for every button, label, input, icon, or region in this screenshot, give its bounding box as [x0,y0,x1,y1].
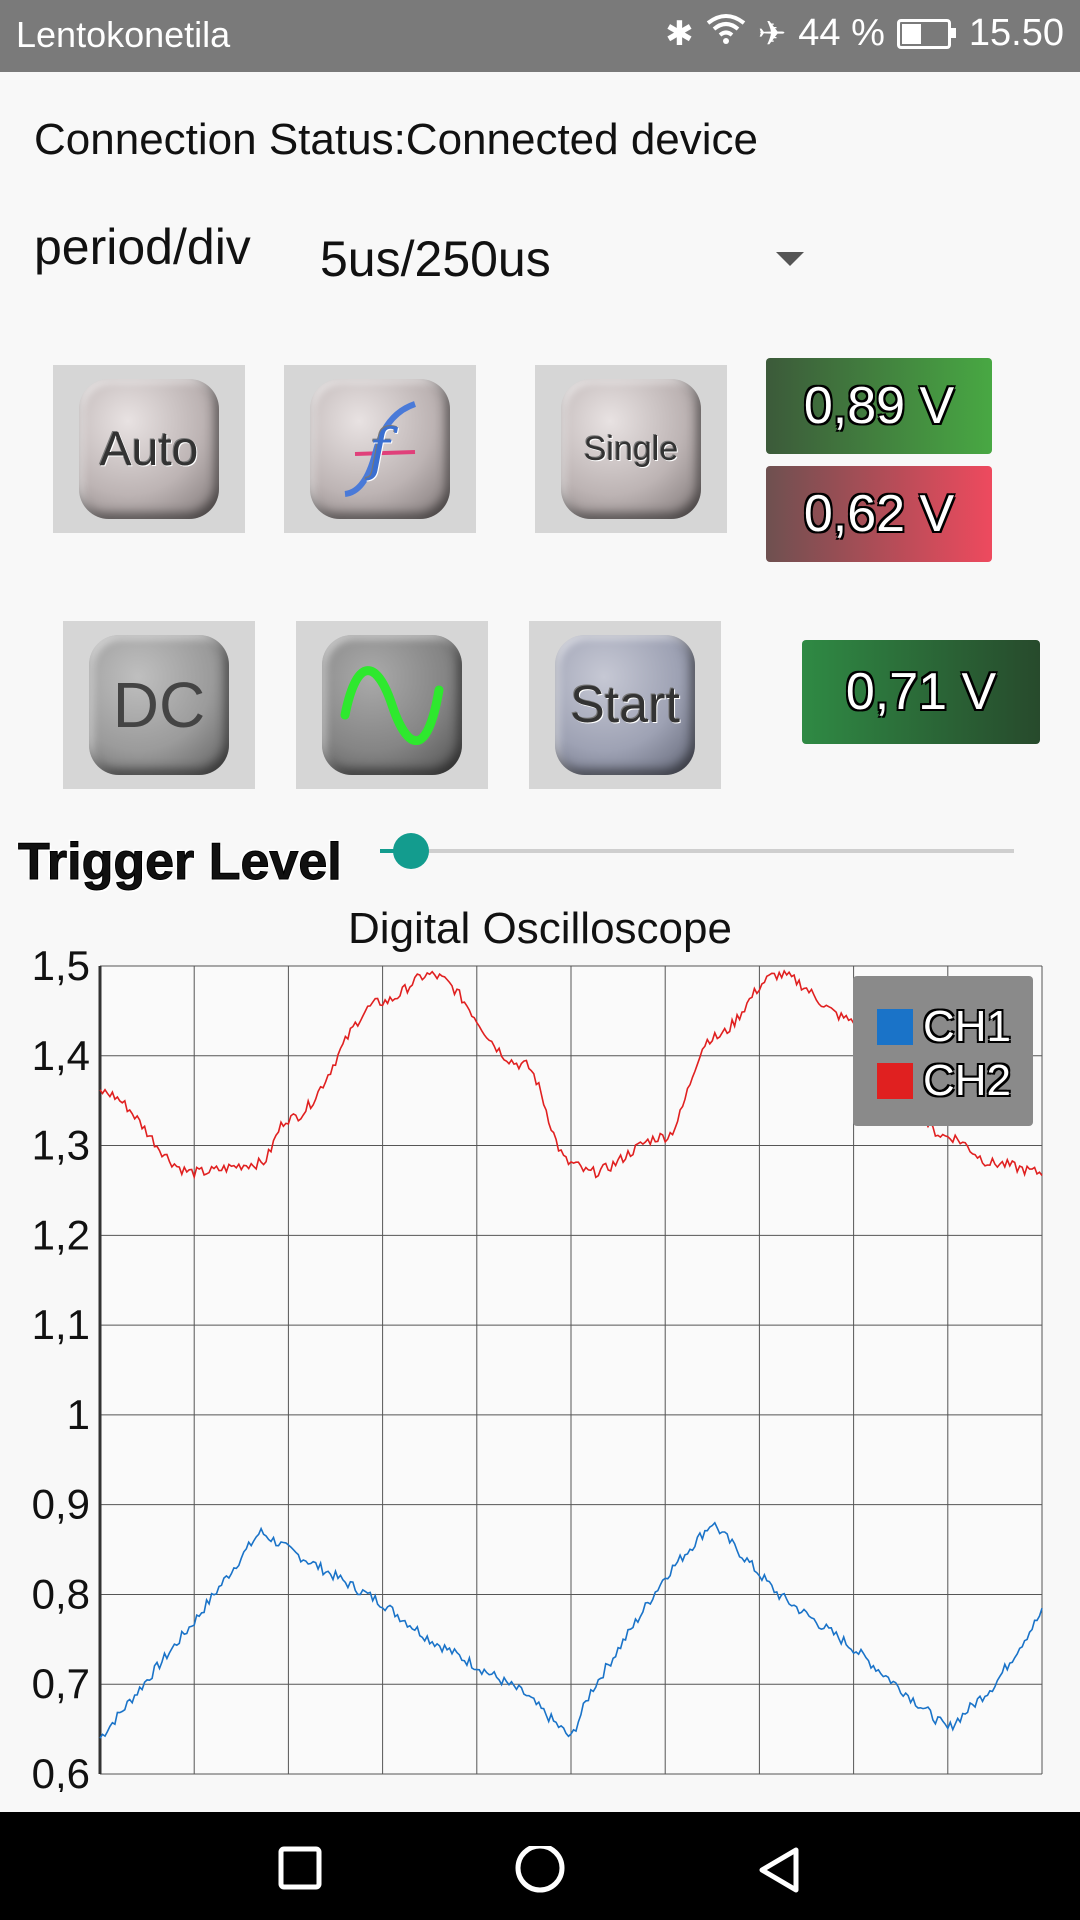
frequency-icon: f [310,379,450,519]
dropdown-arrow-icon[interactable] [776,252,804,266]
legend-ch2-label: CH2 [923,1056,1012,1105]
airplane-icon: ✈ [757,14,787,53]
bluetooth-icon: ✱ [665,14,694,53]
auto-button-label: Auto [79,379,219,519]
dc-button-label: DC [89,635,229,775]
y-tick-label: 1,4 [32,1032,90,1079]
frequency-button[interactable]: f [284,365,476,533]
ch2-voltage-readout: 0,62 V [766,466,992,562]
chart-legend: CH1 CH2 [853,976,1033,1126]
y-tick-label: 0,8 [32,1570,90,1617]
waveform-button[interactable] [296,621,488,789]
y-tick-label: 1,3 [32,1122,90,1169]
trigger-slider-track[interactable] [410,849,1014,853]
period-div-select[interactable]: 5us/250us [320,230,551,288]
frequency-glyph: f [365,418,399,483]
connection-status: Connection Status:Connected device [34,115,759,164]
trigger-level-label: Trigger Level [18,833,343,892]
chart-title: Digital Oscilloscope [348,904,732,953]
ch1-swatch [877,1009,913,1045]
legend-item-ch2: CH2 [877,1056,1011,1106]
trigger-slider-thumb[interactable] [393,833,429,869]
circle-icon[interactable] [514,1846,566,1898]
clock: 15.50 [968,12,1064,54]
start-button[interactable]: Start [529,621,721,789]
y-tick-label: 1 [67,1391,90,1438]
legend-item-ch1: CH1 [877,1002,1011,1052]
start-button-label: Start [555,635,695,775]
ch1-voltage-readout: 0,89 V [766,358,992,454]
y-tick-label: 0,7 [32,1660,90,1707]
single-button-label: Single [561,379,701,519]
single-button[interactable]: Single [535,365,727,533]
status-bar: Lentokonetila ✱ ✈ 44 % 15.50 [0,0,1080,72]
period-div-label: period/div [34,219,251,275]
triangle-back-icon[interactable] [756,1846,804,1894]
y-tick-label: 1,2 [32,1211,90,1258]
airplane-mode-label: Lentokonetila [16,14,231,55]
wifi-icon [706,13,746,54]
legend-ch1-label: CH1 [923,1002,1012,1051]
square-icon[interactable] [278,1846,322,1890]
ch2-swatch [877,1063,913,1099]
navigation-bar [0,1812,1080,1920]
sine-wave-icon [322,635,462,775]
y-tick-label: 1,1 [32,1301,90,1348]
y-tick-label: 1,5 [32,950,90,989]
battery-icon [896,18,956,49]
dc-coupling-button[interactable]: DC [63,621,255,789]
y-tick-label: 0,9 [32,1481,90,1528]
y-tick-label: 0,6 [32,1750,90,1792]
auto-button[interactable]: Auto [53,365,245,533]
trigger-voltage-readout: 0,71 V [802,640,1040,744]
battery-percent: 44 % [798,12,885,54]
